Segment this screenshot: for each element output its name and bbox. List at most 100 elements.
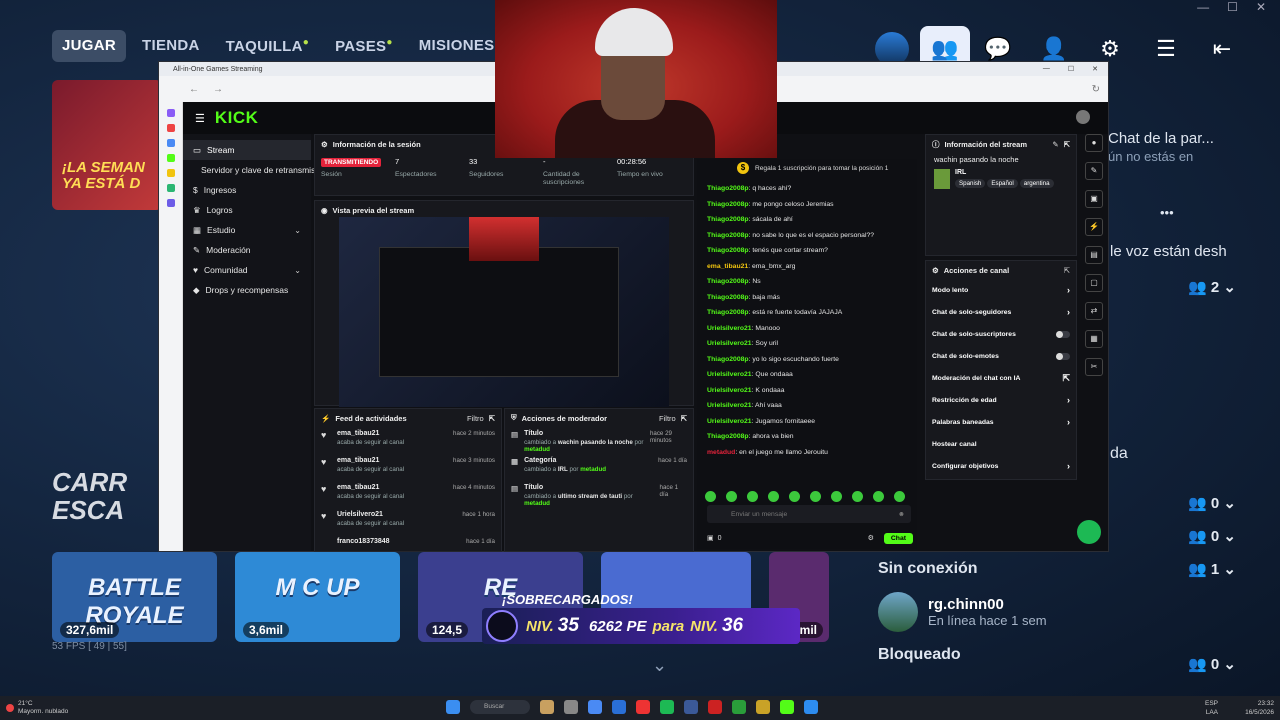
nav-misiones[interactable]: MISIONES (409, 30, 505, 62)
filter-button[interactable]: Filtro (467, 414, 484, 423)
promo-card[interactable]: ¡LA SEMAN YA ESTÁ D (52, 80, 162, 210)
feed-user[interactable]: ema_tibau21 (337, 430, 404, 437)
chevron-down-icon[interactable]: ⌄ (652, 655, 667, 676)
app-icon[interactable] (166, 169, 175, 177)
category-name[interactable]: IRL (955, 169, 1056, 176)
tag[interactable]: Spanish (955, 179, 986, 188)
chat-username[interactable]: Thiago2008p (707, 356, 749, 363)
app-icon[interactable] (588, 700, 602, 714)
chat-username[interactable]: Thiago2008p (707, 433, 749, 440)
action-slow-mode[interactable]: Modo lento › (926, 279, 1076, 301)
quick-action-icon[interactable]: ▣ (1085, 190, 1103, 208)
app-icon[interactable] (756, 700, 770, 714)
chat-input[interactable]: Enviar un mensaje ☻ (707, 505, 911, 523)
emoji-icon[interactable]: ☻ (898, 511, 911, 518)
quick-action-icon[interactable]: ✂ (1085, 358, 1103, 376)
weather-widget[interactable]: 21°C Mayorm. nublado (6, 700, 68, 716)
action-emotes-only[interactable]: Chat de solo-emotes (926, 345, 1076, 367)
reload-icon[interactable]: ↻ (1092, 84, 1108, 95)
edit-icon[interactable]: ✎ (1052, 140, 1058, 149)
app-icon[interactable] (166, 109, 175, 117)
action-goals[interactable]: Configurar objetivos › (926, 455, 1076, 477)
emote-icon[interactable] (894, 491, 905, 502)
app-icon[interactable] (732, 700, 746, 714)
quick-action-icon[interactable]: ⚡ (1085, 218, 1103, 236)
chat-username[interactable]: Thiago2008p (707, 201, 749, 208)
action-host-channel[interactable]: Hostear canal (926, 433, 1076, 455)
pinned-gift[interactable]: $ Regala 1 suscripción para tomar la posi… (697, 159, 917, 177)
mode-tile[interactable]: M C UP 3,6mil (235, 552, 400, 642)
chat-username[interactable]: ema_tibau21 (707, 263, 748, 270)
quick-action-icon[interactable]: ⇄ (1085, 302, 1103, 320)
user-avatar[interactable] (1076, 110, 1090, 124)
emote-icon[interactable] (726, 491, 737, 502)
close-icon[interactable]: ✕ (1256, 0, 1266, 14)
sidebar-item-server[interactable]: Servidor y clave de retransmisión (183, 160, 327, 180)
app-icon[interactable] (540, 700, 554, 714)
hamburger-icon[interactable]: ☰ (195, 112, 205, 125)
app-icon[interactable] (166, 124, 175, 132)
chat-username[interactable]: Urielsilvero21 (707, 371, 752, 378)
feed-user[interactable]: franco18373848 (337, 538, 390, 545)
chat-username[interactable]: Urielsilvero21 (707, 340, 752, 347)
quick-action-icon[interactable]: ● (1085, 134, 1103, 152)
group-count[interactable]: 👥 0 ⌄ (1188, 494, 1236, 512)
exit-icon[interactable]: ⇤ (1194, 26, 1250, 72)
app-icon[interactable] (166, 154, 175, 162)
sidebar-item-stream[interactable]: ▭ Stream (183, 140, 311, 160)
minimize-icon[interactable]: — (1043, 65, 1050, 73)
lang-indicator[interactable]: ESP LAA (1205, 699, 1218, 717)
sidebar-item-ingresos[interactable]: $ Ingresos (183, 180, 311, 200)
party-count[interactable]: 👥 2 ⌄ (1188, 278, 1236, 296)
filter-button[interactable]: Filtro (659, 414, 676, 423)
chat-username[interactable]: Urielsilvero21 (707, 402, 752, 409)
expand-icon[interactable]: ⇱ (1064, 140, 1070, 149)
stream-preview[interactable] (339, 217, 669, 407)
minimize-icon[interactable]: — (1197, 0, 1209, 14)
app-icon[interactable] (564, 700, 578, 714)
app-icon[interactable] (804, 700, 818, 714)
expand-icon[interactable]: ⇱ (681, 414, 687, 423)
chat-username[interactable]: metadud (707, 449, 735, 456)
app-icon[interactable] (166, 184, 175, 192)
chat-send-button[interactable]: Chat (883, 532, 913, 544)
emote-icon[interactable] (831, 491, 842, 502)
mode-tile[interactable]: BATTLE ROYALE 327,6mil (52, 552, 217, 642)
feed-user[interactable]: Urielsilvero21 (337, 511, 404, 518)
chat-username[interactable]: Thiago2008p (707, 294, 749, 301)
party-ellipsis[interactable]: ••• (1160, 205, 1174, 220)
system-clock[interactable]: ESP LAA 23:32 16/5/2026 (1205, 699, 1274, 717)
action-followers-only[interactable]: Chat de solo-seguidores › (926, 301, 1076, 323)
tag[interactable]: Español (987, 179, 1018, 188)
chat-username[interactable]: Thiago2008p (707, 247, 749, 254)
action-subs-only[interactable]: Chat de solo-suscriptores (926, 323, 1076, 345)
app-icon[interactable] (684, 700, 698, 714)
action-banned-words[interactable]: Palabras baneadas › (926, 411, 1076, 433)
chat-username[interactable]: Thiago2008p (707, 309, 749, 316)
mod-user[interactable]: metadud (524, 446, 550, 453)
emote-icon[interactable] (768, 491, 779, 502)
action-ai-moderation[interactable]: Moderación del chat con IA ⇱ (926, 367, 1076, 389)
quick-action-icon[interactable]: ▦ (1085, 330, 1103, 348)
chat-username[interactable]: Urielsilvero21 (707, 325, 752, 332)
app-icon[interactable] (780, 700, 794, 714)
chat-settings-icon[interactable]: ⚙ (868, 534, 874, 542)
mod-user[interactable]: metadud (524, 500, 550, 507)
app-icon[interactable] (612, 700, 626, 714)
windows-start-icon[interactable] (446, 700, 460, 714)
emote-icon[interactable] (873, 491, 884, 502)
sidebar-item-estudio[interactable]: ▦ Estudio ⌄ (183, 220, 311, 240)
chat-username[interactable]: Thiago2008p (707, 278, 749, 285)
friend-row[interactable]: rg.chinn00 En línea hace 1 sem (878, 592, 1258, 632)
chat-username[interactable]: Thiago2008p (707, 232, 749, 239)
app-icon[interactable] (636, 700, 650, 714)
maximize-icon[interactable]: ☐ (1227, 0, 1238, 14)
app-icon[interactable] (708, 700, 722, 714)
help-button[interactable] (1077, 520, 1101, 544)
feed-user[interactable]: ema_tibau21 (337, 457, 404, 464)
quick-action-icon[interactable]: ✎ (1085, 162, 1103, 180)
tag[interactable]: argentina (1019, 179, 1054, 188)
emote-icon[interactable] (705, 491, 716, 502)
app-icon[interactable] (660, 700, 674, 714)
chat-username[interactable]: Urielsilvero21 (707, 418, 752, 425)
